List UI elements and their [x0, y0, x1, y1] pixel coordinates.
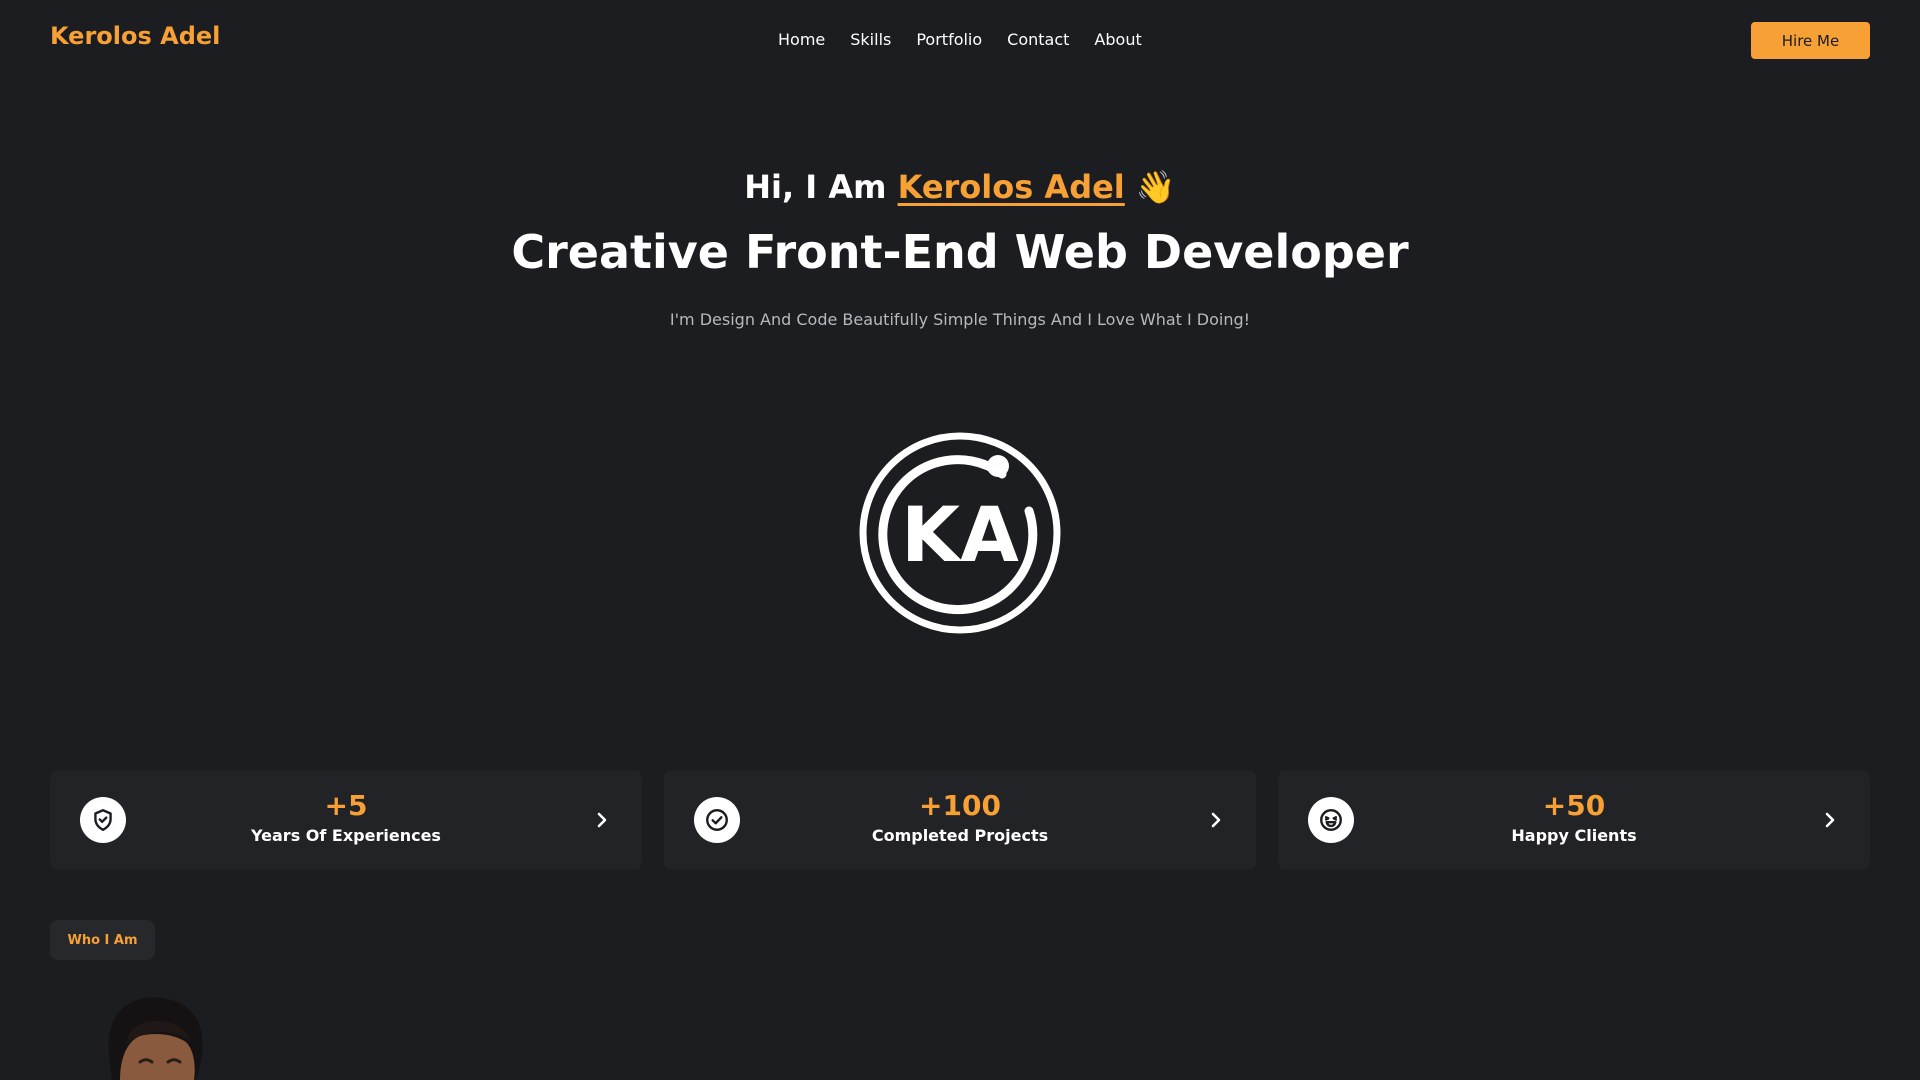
- nav-item-home: Home: [778, 30, 825, 49]
- who-i-am-badge: Who I Am: [50, 920, 155, 960]
- chevron-right-icon[interactable]: [590, 808, 614, 832]
- happy-face-icon: [1308, 797, 1354, 843]
- hero-headline: Creative Front-End Web Developer: [511, 225, 1409, 279]
- stat-card-projects[interactable]: +100 Completed Projects: [664, 770, 1256, 870]
- nav-link-portfolio[interactable]: Portfolio: [916, 30, 982, 49]
- stat-value: +100: [919, 789, 1001, 822]
- stat-label: Years Of Experiences: [251, 826, 441, 845]
- stat-label: Happy Clients: [1511, 826, 1637, 845]
- shield-check-icon: [80, 797, 126, 843]
- greeting-prefix: Hi, I Am: [744, 168, 898, 206]
- profile-photo: [108, 997, 203, 1080]
- logo-dot: [987, 455, 1009, 477]
- hero-greeting: Hi, I Am Kerolos Adel 👋: [0, 168, 1920, 206]
- hero-tagline: I'm Design And Code Beautifully Simple T…: [669, 310, 1251, 329]
- navbar: Kerolos Adel Home Skills Portfolio Conta…: [0, 0, 1920, 80]
- ka-logo-icon: KA: [859, 432, 1061, 634]
- logo-monogram: KA: [901, 490, 1019, 579]
- stat-card-experience[interactable]: +5 Years Of Experiences: [50, 770, 642, 870]
- nav-item-about: About: [1094, 30, 1141, 49]
- chevron-right-icon[interactable]: [1818, 808, 1842, 832]
- waving-hand-emoji: 👋: [1135, 168, 1176, 206]
- brand-logo-link[interactable]: Kerolos Adel: [50, 22, 220, 50]
- stat-value: +5: [324, 789, 368, 822]
- check-circle-icon: [694, 797, 740, 843]
- nav-link-about[interactable]: About: [1094, 30, 1141, 49]
- stat-label: Completed Projects: [871, 826, 1049, 845]
- nav-link-skills[interactable]: Skills: [850, 30, 891, 49]
- stat-text: +100 Completed Projects: [744, 789, 1176, 846]
- stat-text: +50 Happy Clients: [1358, 789, 1790, 846]
- stat-value: +50: [1542, 789, 1606, 822]
- nav-item-skills: Skills: [850, 30, 891, 49]
- nav-links: Home Skills Portfolio Contact About: [778, 30, 1142, 49]
- chevron-right-icon[interactable]: [1204, 808, 1228, 832]
- stat-text: +5 Years Of Experiences: [130, 789, 562, 846]
- nav-link-contact[interactable]: Contact: [1007, 30, 1069, 49]
- nav-item-portfolio: Portfolio: [916, 30, 982, 49]
- greeting-name-link[interactable]: Kerolos Adel: [898, 168, 1125, 206]
- nav-item-contact: Contact: [1007, 30, 1069, 49]
- stat-card-clients[interactable]: +50 Happy Clients: [1278, 770, 1870, 870]
- hire-me-button[interactable]: Hire Me: [1751, 22, 1870, 59]
- nav-link-home[interactable]: Home: [778, 30, 825, 49]
